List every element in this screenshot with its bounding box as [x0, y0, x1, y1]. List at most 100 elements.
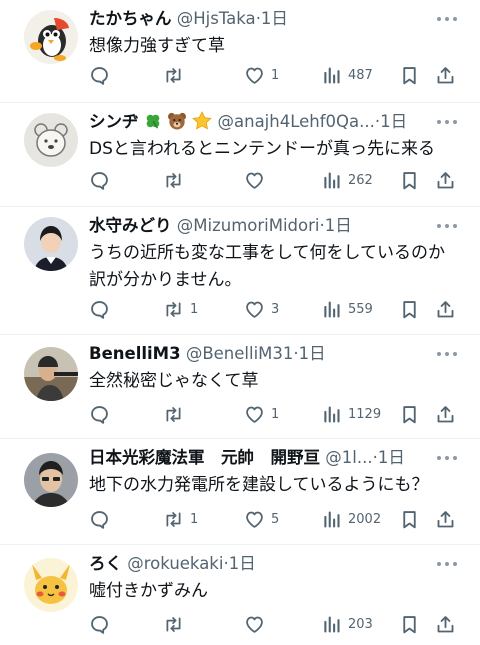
handle[interactable]: @rokuekaki [127, 554, 223, 573]
like-button[interactable]: 5 [244, 506, 279, 532]
share-button[interactable] [435, 296, 456, 322]
reply-button[interactable] [89, 167, 116, 193]
like-count: 3 [271, 301, 280, 317]
bookmark-button[interactable] [399, 296, 420, 322]
retweet-count: 1 [190, 301, 199, 317]
more-icon[interactable] [436, 216, 458, 236]
more-icon[interactable] [436, 112, 458, 132]
views-button[interactable]: 487 [321, 62, 373, 88]
views-button[interactable]: 262 [321, 167, 373, 193]
bookmark-icon [399, 65, 420, 86]
views-icon [321, 614, 342, 635]
tweet[interactable]: 水守みどり @MizumoriMidori·1日 うちの近所も変な工事をして何を… [0, 207, 480, 335]
avatar[interactable] [24, 10, 78, 64]
share-icon [435, 170, 456, 191]
tweet-header: 日本光彩魔法軍 元帥 開野亘 @1l...·1日 [89, 445, 434, 471]
share-icon [435, 614, 456, 635]
reply-icon [89, 404, 110, 425]
retweet-icon [163, 299, 184, 320]
like-button[interactable]: 1 [244, 62, 279, 88]
handle[interactable]: @MizumoriMidori [177, 216, 320, 235]
bookmark-button[interactable] [399, 611, 420, 637]
tweet-text: 全然秘密じゃなくて草 [89, 371, 259, 391]
views-button[interactable]: 203 [321, 611, 373, 637]
reply-button[interactable] [89, 611, 116, 637]
like-button[interactable] [244, 611, 271, 637]
tweet[interactable]: シンヂ @anajh4Lehf0Qa...·1日 DSと言われるとニンテンドーが… [0, 103, 480, 207]
retweet-button[interactable] [163, 401, 190, 427]
like-button[interactable]: 1 [244, 401, 279, 427]
display-name[interactable]: たかちゃん [89, 9, 172, 28]
avatar[interactable] [24, 558, 78, 612]
reply-icon [89, 299, 110, 320]
like-count: 1 [271, 67, 280, 83]
reply-button[interactable] [89, 62, 116, 88]
more-icon[interactable] [436, 344, 458, 364]
retweet-button[interactable]: 1 [163, 296, 198, 322]
display-name[interactable]: 水守みどり [89, 216, 172, 235]
tweet[interactable]: BenelliM3 @BenelliM31·1日 全然秘密じゃなくて草 1 11… [0, 335, 480, 439]
share-button[interactable] [435, 401, 456, 427]
avatar[interactable] [24, 453, 78, 507]
share-button[interactable] [435, 506, 456, 532]
reply-button[interactable] [89, 506, 116, 532]
retweet-count: 1 [190, 511, 199, 527]
bookmark-button[interactable] [399, 62, 420, 88]
tweet-text: うちの近所も変な工事をして何をしているのか 訳が分かりません。 [89, 240, 460, 294]
like-icon [244, 65, 265, 86]
more-icon[interactable] [436, 9, 458, 29]
views-button[interactable]: 1129 [321, 401, 381, 427]
like-count: 5 [271, 511, 280, 527]
avatar[interactable] [24, 217, 78, 271]
tweet-header: 水守みどり @MizumoriMidori·1日 [89, 213, 434, 239]
more-icon[interactable] [436, 448, 458, 468]
timestamp[interactable]: ·1日 [375, 112, 407, 131]
bookmark-button[interactable] [399, 506, 420, 532]
tweet-text: 嘘付きかずみん [89, 581, 208, 601]
bookmark-icon [399, 509, 420, 530]
handle[interactable]: @anajh4Lehf0Qa... [218, 112, 375, 131]
display-name[interactable]: BenelliM3 [89, 344, 181, 363]
more-icon[interactable] [436, 554, 458, 574]
avatar[interactable] [24, 113, 78, 167]
reply-button[interactable] [89, 296, 116, 322]
views-button[interactable]: 2002 [321, 506, 381, 532]
retweet-button[interactable] [163, 611, 190, 637]
tweet[interactable]: ろく @rokuekaki·1日 嘘付きかずみん 203 [0, 545, 480, 645]
tweet-header: たかちゃん @HjsTaka·1日 [89, 6, 434, 32]
display-name[interactable]: 日本光彩魔法軍 元帥 開野亘 [89, 448, 320, 467]
tweet[interactable]: 日本光彩魔法軍 元帥 開野亘 @1l...·1日 地下の水力発電所を建設している… [0, 439, 480, 545]
reply-icon [89, 170, 110, 191]
handle[interactable]: @HjsTaka [177, 9, 256, 28]
clover-emoji [146, 114, 160, 129]
retweet-icon [163, 170, 184, 191]
retweet-button[interactable] [163, 62, 190, 88]
retweet-button[interactable]: 1 [163, 506, 198, 532]
retweet-button[interactable] [163, 167, 190, 193]
share-button[interactable] [435, 62, 456, 88]
timestamp[interactable]: ·1日 [293, 344, 325, 363]
reply-button[interactable] [89, 401, 116, 427]
timestamp[interactable]: ·1日 [373, 448, 405, 467]
timestamp[interactable]: ·1日 [319, 216, 351, 235]
avatar[interactable] [24, 347, 78, 401]
like-icon [244, 404, 265, 425]
bookmark-icon [399, 299, 420, 320]
timestamp[interactable]: ·1日 [256, 9, 288, 28]
share-button[interactable] [435, 611, 456, 637]
views-icon [321, 170, 342, 191]
handle[interactable]: @1l... [325, 448, 372, 467]
timestamp[interactable]: ·1日 [223, 554, 255, 573]
view-count: 487 [348, 67, 373, 83]
like-button[interactable] [244, 167, 271, 193]
views-button[interactable]: 559 [321, 296, 373, 322]
display-name[interactable]: ろく [89, 554, 122, 573]
bookmark-button[interactable] [399, 167, 420, 193]
bookmark-button[interactable] [399, 401, 420, 427]
like-button[interactable]: 3 [244, 296, 279, 322]
tweet[interactable]: たかちゃん @HjsTaka·1日 想像力強すぎて草 1 487 [0, 0, 480, 103]
display-name[interactable]: シンヂ [89, 112, 139, 131]
handle[interactable]: @BenelliM31 [186, 344, 294, 363]
tweet-header: シンヂ @anajh4Lehf0Qa...·1日 [89, 109, 434, 135]
share-button[interactable] [435, 167, 456, 193]
